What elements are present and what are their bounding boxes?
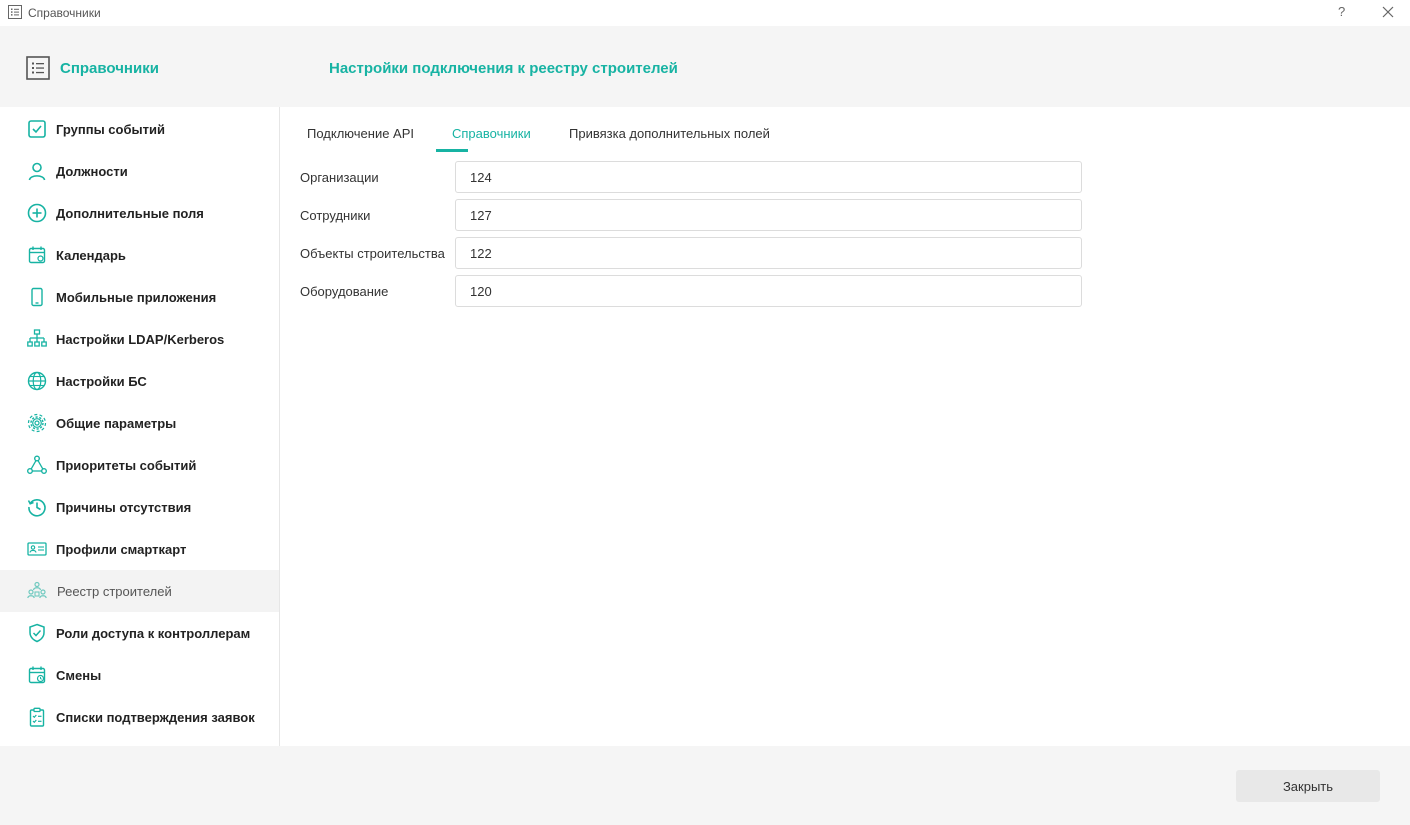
sidebar-item-label: Профили смарткарт xyxy=(56,542,187,557)
sidebar-item-approval-lists[interactable]: Списки подтверждения заявок xyxy=(0,696,279,738)
gear-icon xyxy=(27,413,47,433)
sidebar-item-label: Мобильные приложения xyxy=(56,290,217,305)
sidebar-item-mobile-apps[interactable]: Мобильные приложения xyxy=(0,276,279,318)
sidebar-item-label: Приоритеты событий xyxy=(56,458,197,473)
plus-circle-icon xyxy=(27,203,47,223)
sidebar-item-label: Группы событий xyxy=(56,122,165,137)
section-title: Справочники xyxy=(60,60,159,77)
form-row-construction-objects: Объекты строительства xyxy=(300,237,1083,269)
field-label: Сотрудники xyxy=(300,208,371,223)
sidebar-item-label: Настройки БС xyxy=(56,374,147,389)
sidebar-item-absence-reasons[interactable]: Причины отсутствия xyxy=(0,486,279,528)
sidebar-item-label: Роли доступа к контроллерам xyxy=(56,626,251,641)
form-row-organizations: Организации xyxy=(300,161,1083,193)
active-tab-indicator xyxy=(436,149,468,152)
calendar-icon xyxy=(28,246,46,264)
sidebar-item-controller-roles[interactable]: Роли доступа к контроллерам xyxy=(0,612,279,654)
sidebar-item-calendar[interactable]: Календарь xyxy=(0,234,279,276)
sidebar-item-shifts[interactable]: Смены xyxy=(0,654,279,696)
sidebar-item-label: Настройки LDAP/Kerberos xyxy=(56,332,225,347)
help-button[interactable]: ? xyxy=(1338,4,1345,19)
history-icon xyxy=(27,499,46,517)
sidebar-item-general-params[interactable]: Общие параметры xyxy=(0,402,279,444)
nodes-icon xyxy=(27,455,47,474)
shield-check-icon xyxy=(29,623,45,643)
main-panel: Подключение API Справочники Привязка доп… xyxy=(281,107,1410,746)
sidebar-item-event-priorities[interactable]: Приоритеты событий xyxy=(0,444,279,486)
mobile-icon xyxy=(31,287,43,307)
network-icon xyxy=(27,329,47,347)
employees-input[interactable] xyxy=(455,199,1082,231)
sidebar-item-bs-settings[interactable]: Настройки БС xyxy=(0,360,279,402)
sidebar-item-additional-fields[interactable]: Дополнительные поля xyxy=(0,192,279,234)
sidebar-item-label: Должности xyxy=(56,164,128,179)
close-button[interactable]: Закрыть xyxy=(1236,770,1380,802)
list-icon xyxy=(8,5,22,19)
sidebar-item-positions[interactable]: Должности xyxy=(0,150,279,192)
sidebar-item-label: Смены xyxy=(56,668,102,683)
sidebar-item-label: Причины отсутствия xyxy=(56,500,192,515)
field-label: Объекты строительства xyxy=(300,246,445,261)
tab-label: Справочники xyxy=(452,126,531,141)
sidebar-item-label: Дополнительные поля xyxy=(56,206,204,221)
tab-label: Привязка дополнительных полей xyxy=(569,126,770,141)
sidebar-item-builders-registry[interactable]: Реестр строителей xyxy=(0,570,279,612)
form-row-employees: Сотрудники xyxy=(300,199,1083,231)
sidebar: Группы событий Должности Дополнительные … xyxy=(0,107,280,746)
sidebar-item-event-groups[interactable]: Группы событий xyxy=(0,108,279,150)
tab-label: Подключение API xyxy=(307,126,414,141)
clipboard-check-icon xyxy=(29,707,45,727)
header: Справочники Настройки подключения к реес… xyxy=(0,26,1410,107)
sidebar-item-label: Календарь xyxy=(56,248,126,263)
checkbox-icon xyxy=(28,120,46,138)
builders-icon xyxy=(27,581,47,599)
person-icon xyxy=(28,162,46,181)
window-title: Справочники xyxy=(28,6,101,20)
close-icon[interactable] xyxy=(1381,5,1395,19)
footer: Закрыть xyxy=(0,746,1410,825)
field-label: Организации xyxy=(300,170,379,185)
organizations-input[interactable] xyxy=(455,161,1082,193)
id-card-icon xyxy=(27,542,47,556)
form-row-equipment: Оборудование xyxy=(300,275,1083,307)
globe-icon xyxy=(27,371,47,391)
calendar-clock-icon xyxy=(28,666,46,684)
directory-icon xyxy=(26,56,50,80)
title-bar: Справочники ? xyxy=(0,0,1410,26)
equipment-input[interactable] xyxy=(455,275,1082,307)
sidebar-item-label: Реестр строителей xyxy=(57,584,172,599)
sidebar-item-ldap[interactable]: Настройки LDAP/Kerberos xyxy=(0,318,279,360)
page-title: Настройки подключения к реестру строител… xyxy=(329,60,678,77)
field-label: Оборудование xyxy=(300,284,389,299)
sidebar-item-smartcard-profiles[interactable]: Профили смарткарт xyxy=(0,528,279,570)
sidebar-item-label: Списки подтверждения заявок xyxy=(56,710,255,725)
construction-objects-input[interactable] xyxy=(455,237,1082,269)
sidebar-item-label: Общие параметры xyxy=(56,416,177,431)
